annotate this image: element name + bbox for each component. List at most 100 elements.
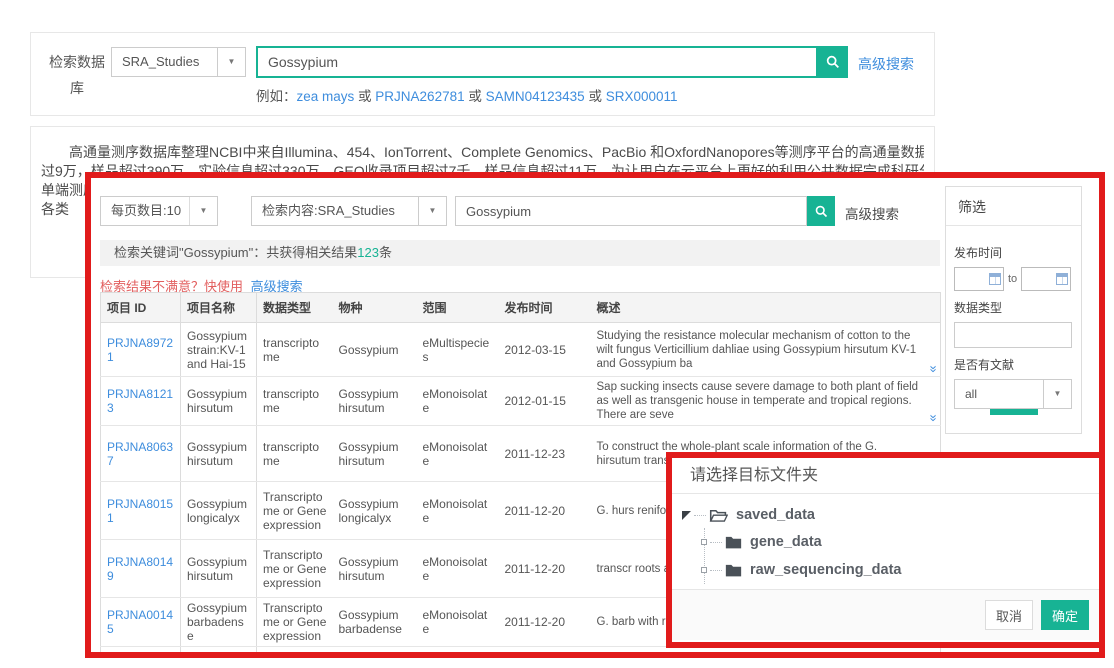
species-cell: Gossypium hirsutum bbox=[333, 377, 417, 426]
column-header: 物种 bbox=[333, 293, 417, 323]
tree-item-label: saved_data bbox=[736, 507, 815, 523]
sra-search-page: 检索数据库 SRA_Studies ▼ 高级搜索 例如：zea mays 或 P… bbox=[0, 0, 1114, 668]
type-cell: Transcriptome or Gene expression bbox=[257, 540, 333, 598]
search-icon bbox=[814, 204, 829, 219]
search-button[interactable] bbox=[818, 46, 848, 78]
date-cell: 2011-12-20 bbox=[499, 540, 591, 598]
calendar-icon bbox=[989, 273, 1001, 285]
type-cell: transcriptome bbox=[257, 426, 333, 482]
confirm-button[interactable]: 确定 bbox=[1041, 600, 1089, 630]
page-size-select[interactable]: 每页数目:10 ▼ bbox=[100, 196, 218, 226]
type-cell: transcriptome bbox=[257, 323, 333, 377]
folder-dialog-footer: 取消 确定 bbox=[672, 589, 1099, 640]
species-cell: Gossypium bbox=[333, 323, 417, 377]
example-link[interactable]: SRX000011 bbox=[606, 89, 678, 104]
date-cell: 2011-12-23 bbox=[499, 426, 591, 482]
id-cell: PRJNA80637 bbox=[101, 426, 181, 482]
search-scope-select[interactable]: 检索内容:SRA_Studies ▼ bbox=[251, 196, 447, 226]
data-type-label: 数据类型 bbox=[954, 299, 1073, 316]
chevron-down-icon: ▼ bbox=[1043, 380, 1071, 408]
search-input[interactable] bbox=[256, 46, 818, 78]
column-header: 概述 bbox=[591, 293, 941, 323]
id-cell: PRJNA81213 bbox=[101, 377, 181, 426]
project-id-link[interactable]: PRJNA80637 bbox=[107, 440, 173, 468]
name-cell: Gossypium hirsutum bbox=[181, 377, 257, 426]
expand-chevron-icon[interactable]: » bbox=[928, 414, 938, 421]
folder-picker-dialog: 请选择目标文件夹 saved_data gene_data bbox=[666, 452, 1105, 648]
scope-cell: eMonoisolate bbox=[417, 426, 499, 482]
date-to-input[interactable] bbox=[1021, 267, 1071, 291]
tree-expand-icon[interactable] bbox=[701, 567, 707, 573]
id-cell bbox=[101, 647, 181, 659]
tree-item-gene-data[interactable]: gene_data bbox=[705, 528, 1099, 556]
folder-tree: saved_data gene_data raw_ bbox=[672, 494, 1099, 589]
advanced-search-link[interactable]: 高级搜索 bbox=[858, 54, 914, 74]
database-label: 检索数据库 bbox=[45, 49, 109, 101]
name-cell: Gossypium hirsutum bbox=[181, 540, 257, 598]
column-header: 范围 bbox=[417, 293, 499, 323]
result-summary: 检索关键词"Gossypium"：共获得相关结果123条 bbox=[100, 240, 940, 266]
database-select[interactable]: SRA_Studies ▼ bbox=[111, 47, 246, 77]
table-row: TranscriptomeG. arboreum seedlings and r… bbox=[101, 647, 941, 659]
project-id-link[interactable]: PRJNA80149 bbox=[107, 555, 173, 583]
scope-cell: eMonoisolate bbox=[417, 377, 499, 426]
example-link[interactable]: PRJNA262781 bbox=[375, 89, 464, 104]
table-header-row: 项目 ID项目名称数据类型物种范围发布时间概述 bbox=[101, 293, 941, 323]
chevron-down-icon: ▼ bbox=[217, 48, 245, 76]
column-header: 数据类型 bbox=[257, 293, 333, 323]
example-prefix: 例如： bbox=[256, 89, 297, 104]
name-cell: Gossypium hirsutum bbox=[181, 426, 257, 482]
expand-chevron-icon[interactable]: » bbox=[928, 365, 938, 372]
species-cell: Gossypium hirsutum bbox=[333, 426, 417, 482]
dialog-advanced-search-link[interactable]: 高级搜索 bbox=[845, 203, 899, 223]
dialog-search-input[interactable] bbox=[455, 196, 807, 226]
example-link[interactable]: zea mays bbox=[297, 89, 355, 104]
date-cell bbox=[499, 647, 591, 659]
column-header: 发布时间 bbox=[499, 293, 591, 323]
calendar-icon bbox=[1056, 273, 1068, 285]
tree-item-saved-data[interactable]: saved_data bbox=[682, 502, 1099, 528]
project-id-link[interactable]: PRJNA81213 bbox=[107, 387, 173, 415]
project-id-link[interactable]: PRJNA89721 bbox=[107, 336, 173, 364]
database-select-value: SRA_Studies bbox=[112, 48, 217, 76]
folder-icon bbox=[725, 563, 742, 577]
chevron-down-icon: ▼ bbox=[418, 197, 446, 225]
search-examples: 例如：zea mays 或 PRJNA262781 或 SAMN04123435… bbox=[256, 85, 678, 105]
species-cell bbox=[333, 647, 417, 659]
search-scope-value: 检索内容:SRA_Studies bbox=[252, 197, 418, 225]
data-type-input[interactable] bbox=[954, 322, 1072, 348]
page-size-value: 每页数目:10 bbox=[101, 197, 189, 225]
cancel-button[interactable]: 取消 bbox=[985, 600, 1033, 630]
dialog-search-button[interactable] bbox=[807, 196, 835, 226]
date-from-input[interactable] bbox=[954, 267, 1004, 291]
chevron-down-icon: ▼ bbox=[189, 197, 217, 225]
species-cell: Gossypium longicalyx bbox=[333, 482, 417, 540]
name-cell bbox=[181, 647, 257, 659]
tree-item-label: raw_sequencing_data bbox=[750, 562, 902, 578]
id-cell: PRJNA89721 bbox=[101, 323, 181, 377]
tree-item-label: gene_data bbox=[750, 534, 822, 550]
project-id-link[interactable]: PRJNA80151 bbox=[107, 497, 173, 525]
date-cell: 2012-01-15 bbox=[499, 377, 591, 426]
literature-label: 是否有文献 bbox=[954, 356, 1073, 373]
id-cell: PRJNA80151 bbox=[101, 482, 181, 540]
date-cell: 2012-03-15 bbox=[499, 323, 591, 377]
name-cell: Gossypium longicalyx bbox=[181, 482, 257, 540]
name-cell: Gossypium strain:KV-1 and Hai-15 bbox=[181, 323, 257, 377]
scope-cell: eMonoisolate bbox=[417, 482, 499, 540]
tree-item-raw-sequencing-data[interactable]: raw_sequencing_data bbox=[705, 556, 1099, 584]
scope-cell: eMonoisolate bbox=[417, 540, 499, 598]
search-icon bbox=[825, 54, 841, 70]
column-header: 项目名称 bbox=[181, 293, 257, 323]
tree-expand-icon[interactable] bbox=[701, 539, 707, 545]
tree-expand-icon[interactable] bbox=[682, 511, 691, 520]
desc-cell: Studying the resistance molecular mechan… bbox=[591, 323, 941, 377]
folder-icon bbox=[725, 535, 742, 549]
literature-select[interactable]: all ▼ bbox=[954, 379, 1072, 409]
scope-cell bbox=[417, 647, 499, 659]
project-id-link[interactable]: PRJNA00145 bbox=[107, 608, 173, 636]
example-link[interactable]: SAMN04123435 bbox=[486, 89, 585, 104]
type-cell: Transcriptome or Gene expression bbox=[257, 482, 333, 540]
desc-cell: G. arboreum seedlings and roots were inf… bbox=[591, 647, 941, 659]
column-header: 项目 ID bbox=[101, 293, 181, 323]
